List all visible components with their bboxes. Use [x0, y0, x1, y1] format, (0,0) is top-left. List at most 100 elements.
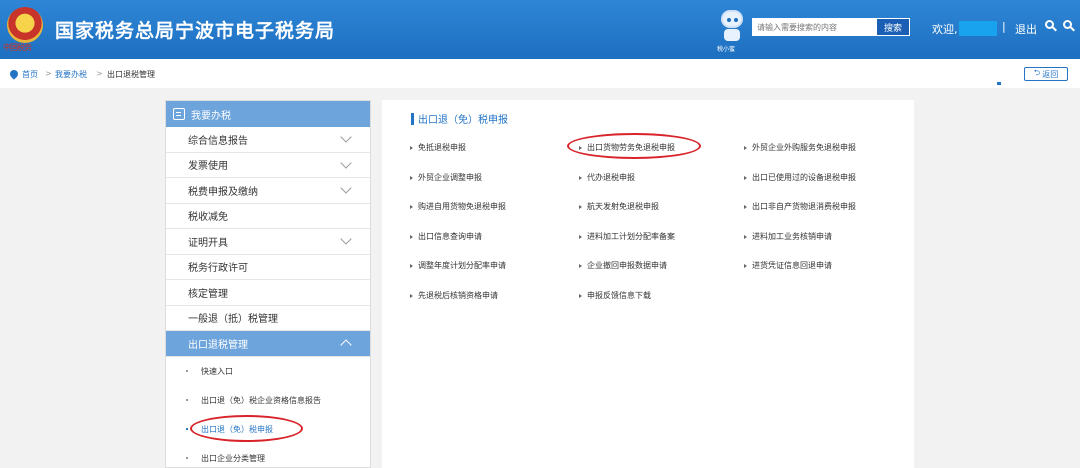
logout-link[interactable]: 退出 [1015, 21, 1037, 37]
sidebar-item-label: 出口退税管理 [188, 339, 248, 351]
sub-item-label: 出口退（免）税企业资格信息报告 [201, 395, 321, 405]
sub-item-classification[interactable]: 出口企业分类管理 [166, 444, 370, 468]
triangle-right-icon [744, 234, 747, 239]
sidebar-item-label: 发票使用 [188, 161, 228, 173]
breadcrumb: 首页 > 我要办税 > 出口退税管理 ⮌ 返回 [0, 59, 1080, 88]
sidebar-item-label: 一般退（抵）税管理 [188, 314, 278, 326]
location-pin-icon [8, 68, 20, 80]
search-input[interactable] [752, 18, 876, 36]
sidebar-heading: 我要办税 [166, 101, 370, 127]
triangle-right-icon [744, 145, 747, 150]
link-item[interactable]: 进料加工业务核销申请 [744, 231, 832, 242]
triangle-right-icon [410, 145, 413, 150]
sub-item-label: 出口企业分类管理 [201, 453, 265, 463]
chevron-down-icon [340, 157, 352, 169]
bullet-icon [186, 399, 188, 401]
link-label: 进料加工业务核销申请 [752, 232, 832, 241]
link-label: 外贸企业调整申报 [418, 173, 482, 182]
link-item[interactable]: 出口信息查询申请 [410, 231, 482, 242]
sub-item-label: 出口退（免）税申报 [201, 424, 273, 434]
triangle-right-icon [579, 263, 582, 268]
zoom-out-icon[interactable] [1063, 20, 1075, 34]
back-button[interactable]: ⮌ 返回 [1024, 67, 1068, 81]
triangle-right-icon [410, 293, 413, 298]
link-item[interactable]: 出口货物劳务免退税申报 [579, 142, 675, 153]
sidebar-item-certificates[interactable]: 证明开具 [166, 229, 370, 255]
back-arrow-icon: ⮌ [1033, 68, 1041, 77]
triangle-right-icon [579, 175, 582, 180]
sidebar-item-general-refund[interactable]: 一般退（抵）税管理 [166, 306, 370, 331]
chevron-up-icon [340, 339, 352, 351]
top-header: 中国税务 国家税务总局宁波市电子税务局 税小蜜 搜索 欢迎, | 退出 [0, 0, 1080, 59]
sub-item-qualification-report[interactable]: 出口退（免）税企业资格信息报告 [166, 386, 370, 415]
breadcrumb-home[interactable]: 首页 [22, 69, 38, 80]
sub-item-export-refund-declaration[interactable]: 出口退（免）税申报 [166, 415, 370, 444]
triangle-right-icon [579, 234, 582, 239]
robot-assistant-icon[interactable] [718, 10, 746, 46]
link-item[interactable]: 先退税后核销资格申请 [410, 290, 498, 301]
link-item[interactable]: 购进自用货物免退税申报 [410, 201, 506, 212]
link-item[interactable]: 申报反馈信息下载 [579, 290, 651, 301]
link-label: 出口非自产货物退消费税申报 [752, 202, 856, 211]
emblem-text: 中国税务 [3, 43, 32, 52]
panel-title-text: 出口退（免）税申报 [418, 115, 508, 126]
user-name-redacted[interactable] [959, 21, 997, 36]
breadcrumb-separator: > [45, 69, 52, 78]
panel-title: 出口退（免）税申报 [411, 111, 508, 126]
link-item[interactable]: 调整年度计划分配率申请 [410, 260, 506, 271]
link-label: 外贸企业外购服务免退税申报 [752, 143, 856, 152]
bullet-icon [186, 457, 188, 459]
triangle-right-icon [744, 204, 747, 209]
header-separator: | [1002, 20, 1006, 33]
bullet-icon [186, 428, 188, 430]
bullet-icon [186, 370, 188, 372]
link-item[interactable]: 航天发射免退税申报 [579, 201, 659, 212]
triangle-right-icon [744, 175, 747, 180]
breadcrumb-tax-services[interactable]: 我要办税 [55, 69, 87, 80]
link-item[interactable]: 进货凭证信息回退申请 [744, 260, 832, 271]
link-label: 进货凭证信息回退申请 [752, 261, 832, 270]
link-label: 出口信息查询申请 [418, 232, 482, 241]
sidebar-item-label: 税收减免 [188, 212, 228, 224]
triangle-right-icon [410, 263, 413, 268]
search-button[interactable]: 搜索 [876, 18, 910, 36]
sidebar-item-tax-relief[interactable]: 税收减免 [166, 204, 370, 229]
link-item[interactable]: 进料加工计划分配率备案 [579, 231, 675, 242]
chevron-down-icon [340, 233, 352, 245]
zoom-in-icon[interactable] [1045, 20, 1057, 34]
sidebar-item-verification[interactable]: 核定管理 [166, 280, 370, 306]
sub-item-quick-entry[interactable]: 快速入口 [166, 357, 370, 386]
link-item[interactable]: 代办退税申报 [579, 172, 635, 183]
link-item[interactable]: 免抵退税申报 [410, 142, 466, 153]
sidebar-item-tax-filing[interactable]: 税费申报及缴纳 [166, 178, 370, 204]
sidebar-item-label: 综合信息报告 [188, 135, 248, 147]
link-item[interactable]: 外贸企业外购服务免退税申报 [744, 142, 856, 153]
back-button-label: 返回 [1042, 69, 1059, 79]
triangle-right-icon [579, 145, 582, 150]
sidebar-item-export-refund[interactable]: 出口退税管理 [166, 331, 370, 357]
link-label: 申报反馈信息下载 [587, 291, 651, 300]
link-item[interactable]: 企业撤回申报数据申请 [579, 260, 667, 271]
chevron-down-icon [340, 131, 352, 143]
sidebar-item-invoice[interactable]: 发票使用 [166, 153, 370, 178]
triangle-right-icon [410, 234, 413, 239]
sub-item-label: 快速入口 [201, 366, 233, 376]
link-label: 调整年度计划分配率申请 [418, 261, 506, 270]
triangle-right-icon [744, 263, 747, 268]
link-item[interactable]: 外贸企业调整申报 [410, 172, 482, 183]
link-item[interactable]: 出口非自产货物退消费税申报 [744, 201, 856, 212]
link-label: 代办退税申报 [587, 173, 635, 182]
sidebar-item-label: 核定管理 [188, 288, 228, 300]
link-label: 进料加工计划分配率备案 [587, 232, 675, 241]
triangle-right-icon [579, 204, 582, 209]
document-icon [173, 108, 185, 120]
scroll-marker [997, 82, 1001, 85]
link-item[interactable]: 出口已使用过的设备退税申报 [744, 172, 856, 183]
sidebar-item-label: 税务行政许可 [188, 263, 248, 275]
breadcrumb-current: 出口退税管理 [107, 70, 155, 79]
main-panel: 出口退（免）税申报 免抵退税申报 出口货物劳务免退税申报 外贸企业外购服务免退税… [382, 100, 914, 468]
link-label: 航天发射免退税申报 [587, 202, 659, 211]
sidebar-item-info-report[interactable]: 综合信息报告 [166, 127, 370, 153]
welcome-text: 欢迎, [932, 23, 958, 36]
sidebar-item-admin-license[interactable]: 税务行政许可 [166, 255, 370, 280]
